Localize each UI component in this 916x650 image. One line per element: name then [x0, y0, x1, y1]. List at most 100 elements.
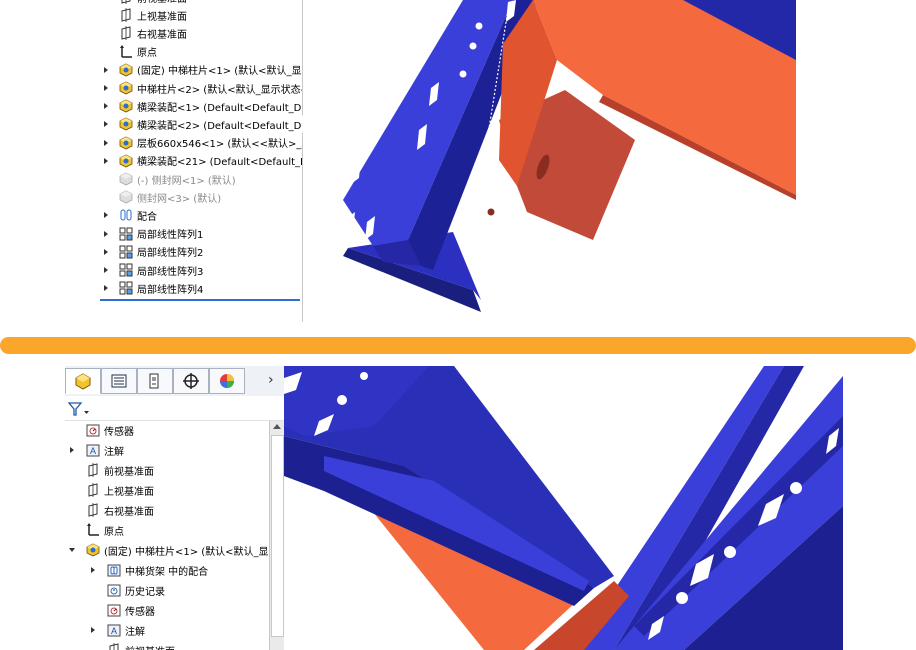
- tree-item[interactable]: 历史记录: [65, 581, 269, 599]
- expand-arrow-icon[interactable]: [91, 627, 95, 633]
- expand-arrow-icon[interactable]: [70, 447, 74, 453]
- tree-item-label: 前视基准面: [137, 0, 187, 5]
- part-icon: [119, 154, 133, 168]
- tree-item-label: 右视基准面: [104, 506, 154, 518]
- plane-icon: [121, 8, 131, 23]
- part-suppressed-icon: [119, 190, 133, 204]
- top-feature-tree[interactable]: 前视基准面上视基准面右视基准面原点 (固定) 中梯柱片<1> (默认<默认_显示中…: [100, 0, 302, 322]
- display-manager-icon: [220, 374, 234, 388]
- tree-item[interactable]: 上视基准面: [100, 6, 302, 24]
- rollback-bar[interactable]: [100, 299, 300, 301]
- tree-item-label: 局部线性阵列4: [137, 284, 204, 296]
- history-icon: [107, 584, 121, 597]
- bottom-feature-tree[interactable]: 传感器 A 注解 前视基准面 上视基准面 右视基准面 原点 (固定) 中梯柱片<1> (默认<…: [65, 421, 269, 650]
- tab-dimxpert[interactable]: [173, 368, 209, 394]
- tree-item[interactable]: 局部线性阵列3: [100, 261, 302, 279]
- filter-icon[interactable]: [68, 401, 90, 417]
- tree-item-label: 局部线性阵列1: [137, 230, 204, 242]
- tree-item[interactable]: A 注解: [65, 441, 269, 459]
- part-icon: [119, 63, 133, 77]
- tree-item[interactable]: 局部线性阵列1: [100, 225, 302, 243]
- tree-item[interactable]: 中梯柱片<2> (默认<默认_显示状态-1: [100, 79, 302, 97]
- expand-arrow-icon[interactable]: [91, 567, 95, 573]
- tree-item-label: 配合: [137, 211, 157, 223]
- scroll-up-arrow[interactable]: [273, 424, 281, 429]
- tree-item[interactable]: 横梁装配<1> (Default<Default_Display: [100, 97, 302, 115]
- tree-item[interactable]: (固定) 中梯柱片<1> (默认<默认_显: [65, 541, 269, 559]
- tree-item[interactable]: 上视基准面: [65, 481, 269, 499]
- tree-item[interactable]: 原点: [100, 43, 302, 61]
- tree-item[interactable]: 中梯货架 中的配合: [65, 561, 269, 579]
- tree-item[interactable]: (固定) 中梯柱片<1> (默认<默认_显示: [100, 61, 302, 79]
- tree-item[interactable]: 层板660x546<1> (默认<<默认>_显示: [100, 134, 302, 152]
- tree-item-label: 右视基准面: [137, 29, 187, 41]
- part-icon: [119, 81, 133, 95]
- mates-icon: [120, 209, 132, 221]
- tree-item[interactable]: 前视基准面: [65, 461, 269, 479]
- svg-text:A: A: [111, 626, 117, 636]
- tab-configuration-manager[interactable]: [137, 368, 173, 394]
- tree-item-label: 原点: [137, 48, 157, 60]
- annotation-icon: A: [107, 624, 121, 637]
- tab-feature-manager[interactable]: [65, 368, 101, 394]
- part-suppressed-icon: [119, 172, 133, 186]
- expand-arrow-icon[interactable]: [104, 66, 108, 73]
- top-3d-viewport[interactable]: [303, 0, 796, 322]
- part-icon: [119, 99, 133, 113]
- tree-item[interactable]: 右视基准面: [100, 24, 302, 42]
- tree-item-label: 横梁装配<1> (Default<Default_Display: [137, 102, 302, 114]
- orange-separator: [0, 337, 916, 354]
- tree-scrollbar[interactable]: [269, 421, 284, 650]
- sensor-icon: [86, 424, 100, 437]
- tree-item[interactable]: 横梁装配<2> (Default<Default_Display: [100, 115, 302, 133]
- tree-item[interactable]: 前视基准面: [100, 0, 302, 6]
- tree-item-label: 传感器: [104, 426, 134, 438]
- tree-item[interactable]: 局部线性阵列2: [100, 243, 302, 261]
- tab-property-manager[interactable]: [101, 368, 137, 394]
- expand-arrow-icon[interactable]: [104, 285, 108, 292]
- dimxpert-icon: [183, 373, 199, 389]
- bottom-panel: › 传感器 A 注解 前视基准面 上视基准面 右视基准面 原点 (固定) 中梯柱片<1> (默…: [65, 366, 843, 650]
- collapse-arrow-icon[interactable]: [69, 548, 75, 552]
- tree-item[interactable]: 原点: [65, 521, 269, 539]
- tree-item[interactable]: 横梁装配<21> (Default<Default_Displa: [100, 152, 302, 170]
- expand-arrow-icon[interactable]: [104, 230, 108, 237]
- annotation-icon: A: [86, 444, 100, 457]
- tree-item[interactable]: A 注解: [65, 621, 269, 639]
- tree-item[interactable]: 局部线性阵列4: [100, 279, 302, 297]
- property-manager-icon: [111, 374, 127, 388]
- tree-item[interactable]: 右视基准面: [65, 501, 269, 519]
- tree-item[interactable]: 传感器: [65, 421, 269, 439]
- tree-item[interactable]: 配合: [100, 206, 302, 224]
- pattern-icon: [119, 227, 133, 241]
- scroll-thumb[interactable]: [271, 435, 284, 637]
- tree-item-label: 前视基准面: [104, 466, 154, 478]
- feature-manager-icon: [75, 373, 91, 390]
- tab-more-arrow[interactable]: ›: [268, 372, 274, 388]
- part-icon: [119, 136, 133, 150]
- expand-arrow-icon[interactable]: [104, 248, 108, 255]
- expand-arrow-icon[interactable]: [104, 267, 108, 273]
- configuration-manager-icon: [149, 373, 159, 389]
- bottom-3d-viewport[interactable]: [284, 366, 843, 650]
- tree-item[interactable]: 传感器: [65, 601, 269, 619]
- expand-arrow-icon[interactable]: [104, 85, 108, 91]
- expand-arrow-icon[interactable]: [104, 139, 108, 146]
- tree-item[interactable]: (-) 侧封网<1> (默认): [100, 170, 302, 188]
- tree-item-label: 注解: [125, 626, 145, 638]
- sensor-icon: [107, 604, 121, 617]
- plane-icon: [121, 0, 131, 4]
- svg-text:A: A: [90, 446, 96, 456]
- plane-icon: [88, 503, 98, 517]
- tree-item-label: 横梁装配<21> (Default<Default_Displa: [137, 157, 302, 169]
- plane-icon: [88, 483, 98, 497]
- expand-arrow-icon[interactable]: [104, 212, 108, 219]
- expand-arrow-icon[interactable]: [104, 157, 108, 164]
- tab-display-manager[interactable]: [209, 368, 245, 394]
- expand-arrow-icon[interactable]: [104, 103, 108, 110]
- tree-item[interactable]: 侧封网<3> (默认): [100, 188, 302, 206]
- plane-icon: [109, 643, 119, 650]
- expand-arrow-icon[interactable]: [104, 121, 108, 128]
- tree-item-label: (固定) 中梯柱片<1> (默认<默认_显: [104, 546, 269, 558]
- tree-item[interactable]: 前视基准面: [65, 641, 269, 650]
